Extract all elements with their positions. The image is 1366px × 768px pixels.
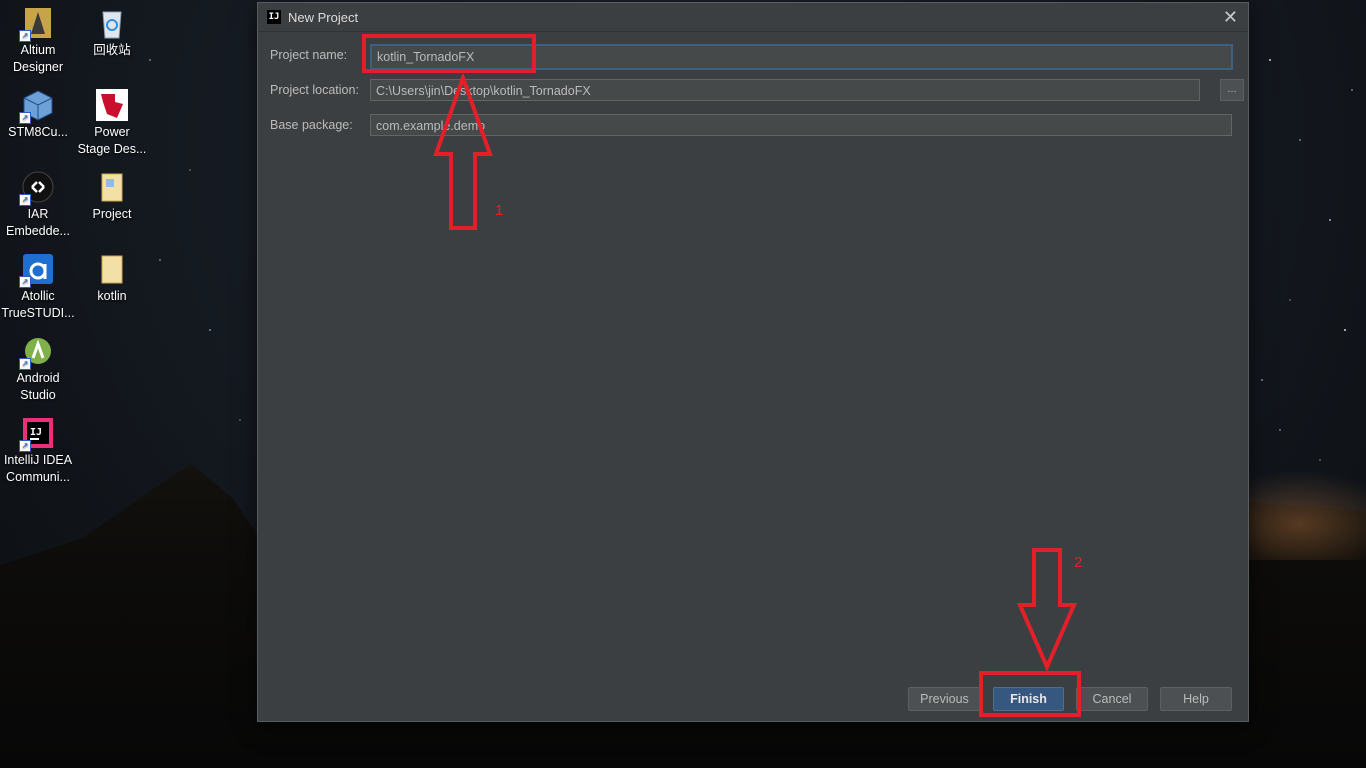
desktop-icon-stm8cube[interactable]: ↗ STM8Cu... (0, 88, 76, 141)
cancel-button[interactable]: Cancel (1076, 687, 1148, 711)
ti-power-stage-icon (95, 88, 129, 122)
folder-icon (95, 170, 129, 204)
annotation-step-2: 2 (1074, 554, 1083, 571)
project-location-input[interactable]: C:\Users\jin\Desktop\kotlin_TornadoFX (370, 79, 1200, 101)
recycle-bin-icon (95, 6, 129, 40)
desktop-icon-power-stage[interactable]: Power Stage Des... (74, 88, 150, 158)
desktop-icon-kotlin[interactable]: kotlin (74, 252, 150, 305)
base-package-input[interactable]: com.example.demo (370, 114, 1232, 136)
annotation-arrow-up (433, 74, 493, 230)
dialog-title: New Project (288, 10, 359, 25)
project-location-label: Project location: (270, 83, 359, 97)
stm8-cube-icon: ↗ (19, 88, 55, 124)
desktop-icon-recycle-bin[interactable]: 回收站 (74, 6, 150, 59)
project-location-row: Project location: C:\Users\jin\Desktop\k… (270, 79, 1245, 103)
folder-icon (95, 252, 129, 286)
project-name-label: Project name: (270, 48, 348, 62)
iar-icon: ↗ (19, 170, 55, 206)
annotation-box-project-name (362, 34, 536, 73)
altium-icon: ↗ (19, 6, 55, 42)
desktop-icon-iar[interactable]: ↗ IAR Embedde... (0, 170, 76, 240)
intellij-icon: IJ ↗ (19, 416, 55, 452)
annotation-arrow-down (1016, 548, 1078, 671)
annotation-step-1: 1 (495, 202, 504, 219)
new-project-dialog: IJ New Project ✕ Project name: kotlin_To… (257, 2, 1249, 722)
previous-button[interactable]: Previous (908, 687, 981, 711)
desktop-icon-android-studio[interactable]: ↗ Android Studio (0, 334, 76, 404)
help-button[interactable]: Help (1160, 687, 1232, 711)
desktop-icon-atollic[interactable]: ↗ Atollic TrueSTUDI... (0, 252, 76, 322)
atollic-icon: ↗ (19, 252, 55, 288)
dialog-titlebar[interactable]: IJ New Project ✕ (258, 3, 1248, 32)
base-package-label: Base package: (270, 118, 353, 132)
browse-button[interactable]: ... (1220, 79, 1244, 101)
base-package-row: Base package: com.example.demo (270, 114, 1240, 138)
desktop-icon-project[interactable]: Project (74, 170, 150, 223)
android-studio-icon: ↗ (19, 334, 55, 370)
intellij-app-icon: IJ (267, 10, 281, 24)
desktop-icon-intellij[interactable]: IJ ↗ IntelliJ IDEA Communi... (0, 416, 76, 486)
annotation-box-finish (979, 671, 1081, 717)
close-icon[interactable]: ✕ (1223, 6, 1238, 28)
svg-text:IJ: IJ (30, 427, 42, 438)
desktop-icon-altium[interactable]: ↗ Altium Designer (0, 6, 76, 76)
